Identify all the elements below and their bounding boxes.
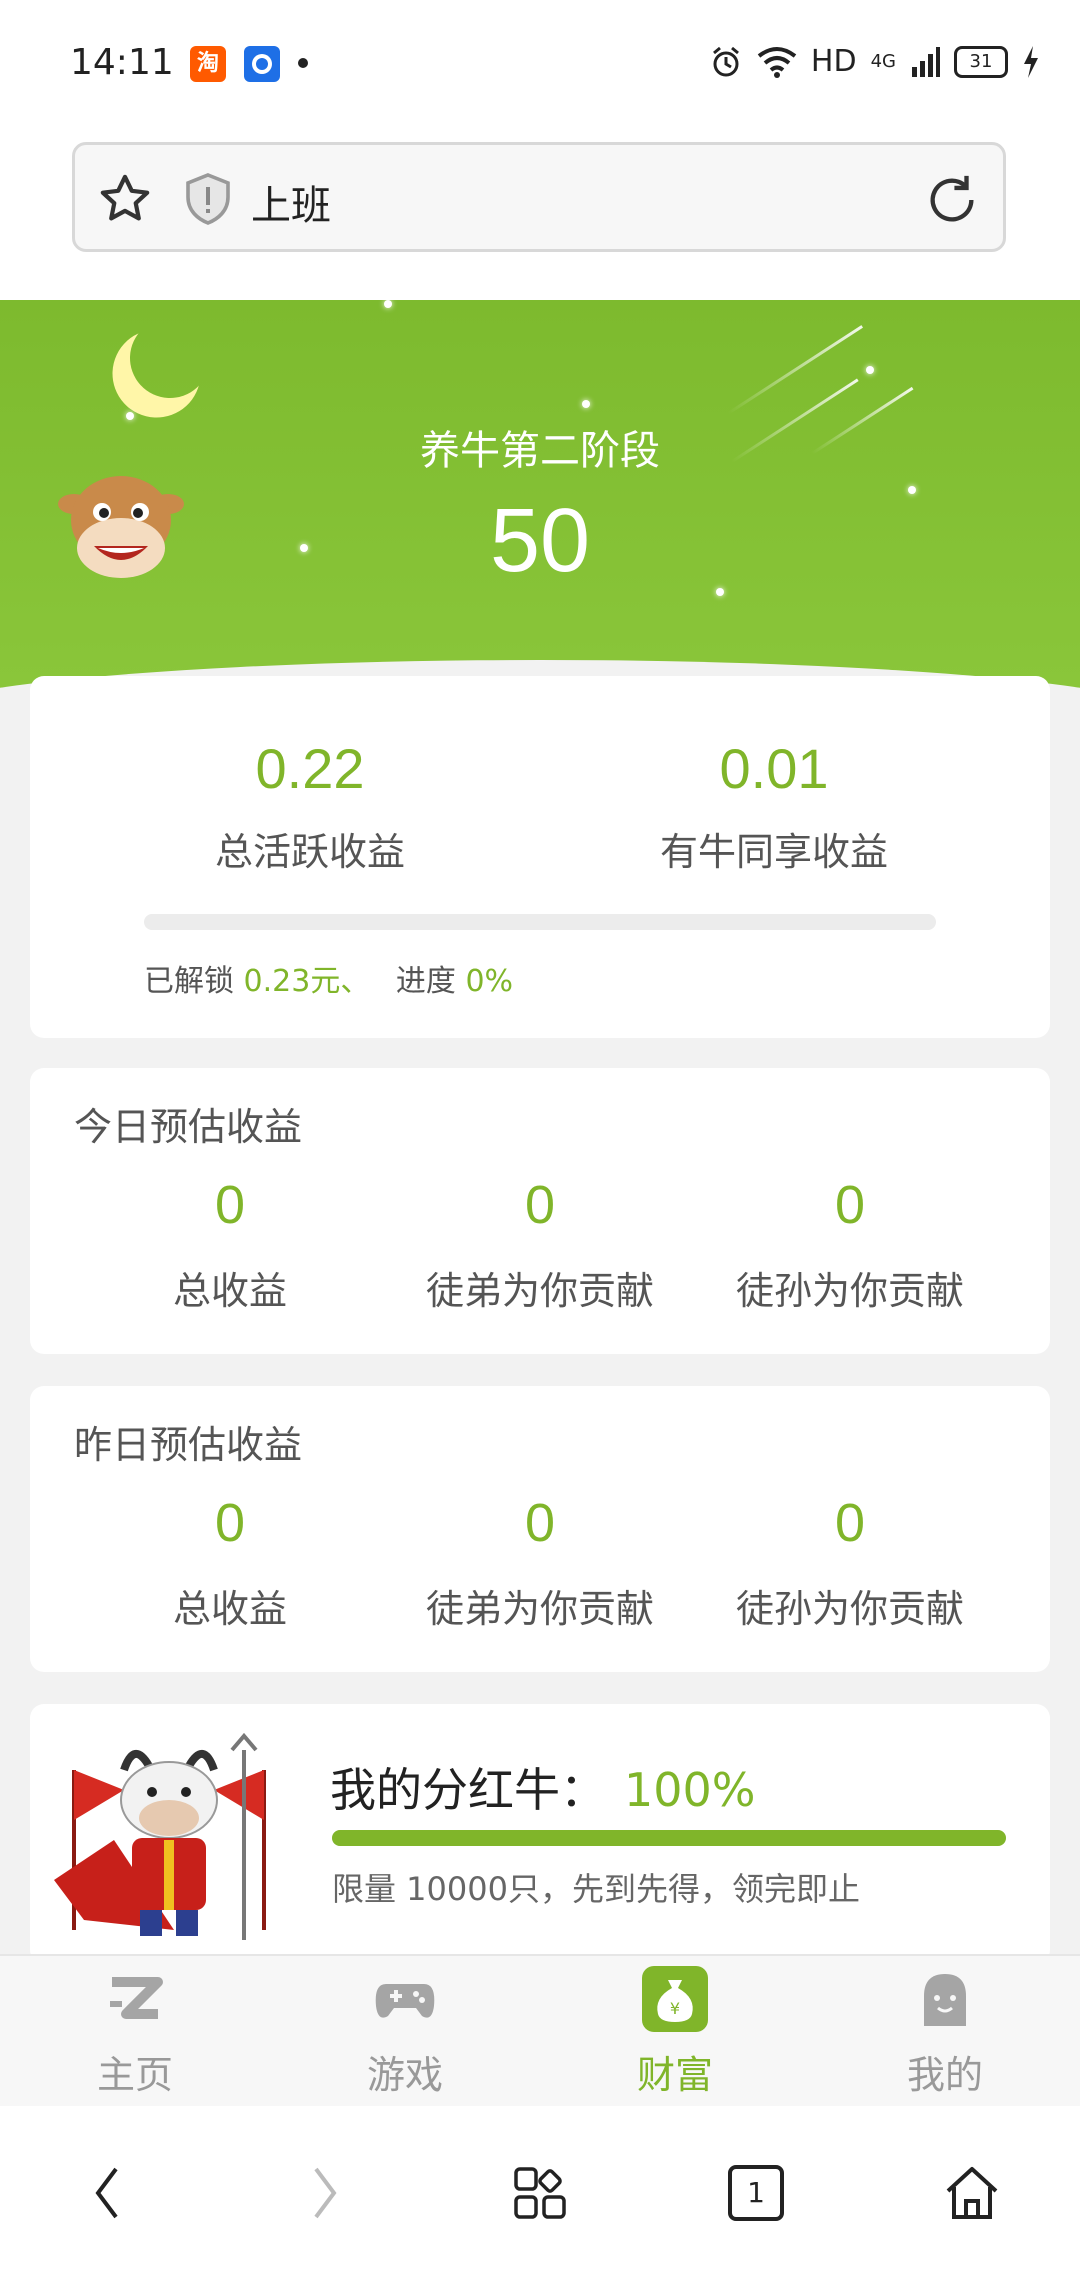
total-active-label: 总活跃收益 <box>214 830 405 874</box>
tab-wealth-label: 财富 <box>636 2053 713 2097</box>
tab-mine-label: 我的 <box>906 2053 983 2097</box>
wifi-icon <box>757 46 797 78</box>
yesterday-total-value: 0 <box>214 1493 246 1553</box>
yesterday-title: 昨日预估收益 <box>74 1423 303 1467</box>
browser-navigation-bar: 1 <box>0 2106 1080 2280</box>
signal-label: 4G <box>870 51 896 72</box>
apps-icon <box>514 2167 566 2219</box>
yesterday-grand-apprentice-value: 0 <box>834 1493 866 1553</box>
profile-icon <box>924 1974 966 2026</box>
yesterday-grand-apprentice-label: 徒孙为你贡献 <box>735 1587 964 1631</box>
today-estimate-card: 今日预估收益 0 总收益 0 徒弟为你贡献 0 徒孙为你贡献 <box>30 1068 1050 1354</box>
today-apprentice-value: 0 <box>524 1175 556 1235</box>
url-text: 上班 <box>251 183 331 229</box>
yesterday-estimate-card: 昨日预估收益 0 总收益 0 徒弟为你贡献 0 徒孙为你贡献 <box>30 1386 1050 1672</box>
shared-earnings: 0.01 有牛同享收益 <box>544 736 1004 876</box>
unlock-amount: 0.23元、 <box>243 964 371 999</box>
yesterday-apprentice-label: 徒弟为你贡献 <box>425 1587 654 1631</box>
total-active-earnings: 0.22 总活跃收益 <box>80 736 540 876</box>
dividend-percent: 100% <box>624 1763 756 1817</box>
dividend-progress-fill <box>332 1830 1006 1846</box>
unlock-status: 已解锁 0.23元、 进度 0% <box>144 956 513 1000</box>
notification-dot-icon <box>298 58 308 68</box>
money-bag-icon: ¥ <box>642 1966 708 2032</box>
signal-icon <box>912 46 940 77</box>
home-z-icon <box>110 1977 163 2019</box>
dividend-label: 我的分红牛： <box>330 1763 606 1817</box>
star-decoration <box>866 366 874 374</box>
apps-button[interactable] <box>432 2165 648 2221</box>
stage-value: 50 <box>489 491 591 591</box>
yesterday-apprentice: 0 徒弟为你贡献 <box>385 1496 695 1633</box>
taobao-app-icon: 淘 <box>190 46 226 82</box>
yesterday-total-label: 总收益 <box>172 1587 287 1631</box>
dividend-cow-card[interactable]: 我的分红牛： 100% 限量 10000只，先到先得，领完即止 <box>30 1704 1050 1964</box>
moon-icon <box>119 307 222 410</box>
network-type: HD <box>810 44 857 79</box>
status-time: 14:11 <box>70 42 174 83</box>
reload-icon[interactable] <box>923 171 981 229</box>
tab-mine[interactable]: 我的 <box>810 1956 1080 2106</box>
star-icon[interactable] <box>97 171 153 227</box>
hero-banner: 养牛第二阶段 50 <box>0 300 1080 690</box>
tab-count: 1 <box>747 2176 765 2209</box>
star-decoration <box>582 400 590 408</box>
back-icon <box>95 2167 118 2219</box>
today-apprentice-label: 徒弟为你贡献 <box>425 1269 654 1313</box>
today-total-label: 总收益 <box>172 1269 287 1313</box>
dividend-note: 限量 10000只，先到先得，领完即止 <box>332 1870 860 1908</box>
address-bar[interactable]: 上班 <box>72 142 1006 252</box>
tab-wealth[interactable]: ¥ 财富 <box>540 1956 810 2106</box>
shield-icon[interactable] <box>183 171 233 227</box>
tabs-icon: 1 <box>728 2165 784 2221</box>
browser-toolbar: 上班 <box>0 130 1080 300</box>
dividend-title: 我的分红牛： 100% <box>330 1754 756 1820</box>
qq-app-icon <box>244 46 280 82</box>
alarm-icon <box>712 46 739 76</box>
unlock-progress-bar <box>144 914 936 930</box>
forward-button[interactable] <box>216 2163 432 2223</box>
today-stats: 0 总收益 0 徒弟为你贡献 0 徒孙为你贡献 <box>30 1178 1050 1315</box>
shared-label: 有牛同享收益 <box>659 830 888 874</box>
charging-icon <box>1024 45 1038 78</box>
bottom-tab-bar: 主页 游戏 ¥ 财富 我的 <box>0 1954 1080 2106</box>
status-bar: 14:11 淘 HD 4G 31 <box>0 0 1080 130</box>
total-active-value: 0.22 <box>255 737 365 800</box>
yesterday-total: 0 总收益 <box>75 1496 385 1633</box>
home-icon <box>946 2167 998 2219</box>
forward-icon <box>314 2167 337 2219</box>
devil-cow-mascot-icon <box>54 1732 266 1940</box>
dividend-progress-bar <box>332 1830 1006 1846</box>
tab-home-label: 主页 <box>96 2053 173 2097</box>
progress-prefix: 进度 <box>395 964 456 999</box>
yesterday-apprentice-value: 0 <box>524 1493 556 1553</box>
svg-text:¥: ¥ <box>670 1999 680 2018</box>
today-grand-apprentice-label: 徒孙为你贡献 <box>735 1269 964 1313</box>
progress-text: 0% <box>465 964 514 999</box>
yesterday-grand-apprentice: 0 徒孙为你贡献 <box>695 1496 1005 1633</box>
today-total-value: 0 <box>214 1175 246 1235</box>
shared-value: 0.01 <box>719 737 829 800</box>
tabs-button[interactable]: 1 <box>648 2165 864 2221</box>
star-decoration <box>384 300 392 308</box>
yesterday-stats: 0 总收益 0 徒弟为你贡献 0 徒孙为你贡献 <box>30 1496 1050 1633</box>
battery-icon: 31 <box>954 45 1008 78</box>
tab-games-label: 游戏 <box>366 2053 443 2097</box>
today-grand-apprentice: 0 徒孙为你贡献 <box>695 1178 1005 1315</box>
home-button[interactable] <box>864 2163 1080 2223</box>
gamepad-icon <box>375 1984 435 2018</box>
today-title: 今日预估收益 <box>74 1105 303 1149</box>
status-indicators: HD 4G 31 <box>709 44 1040 79</box>
today-apprentice: 0 徒弟为你贡献 <box>385 1178 695 1315</box>
earnings-summary-card: 0.22 总活跃收益 0.01 有牛同享收益 已解锁 0.23元、 进度 0% <box>30 676 1050 1038</box>
tab-home[interactable]: 主页 <box>0 1956 270 2106</box>
back-button[interactable] <box>0 2163 216 2223</box>
today-grand-apprentice-value: 0 <box>834 1175 866 1235</box>
unlock-prefix: 已解锁 <box>144 964 234 999</box>
tab-games[interactable]: 游戏 <box>270 1956 540 2106</box>
today-total: 0 总收益 <box>75 1178 385 1315</box>
meteor-decoration <box>727 325 864 415</box>
stage-title: 养牛第二阶段 <box>420 428 660 474</box>
